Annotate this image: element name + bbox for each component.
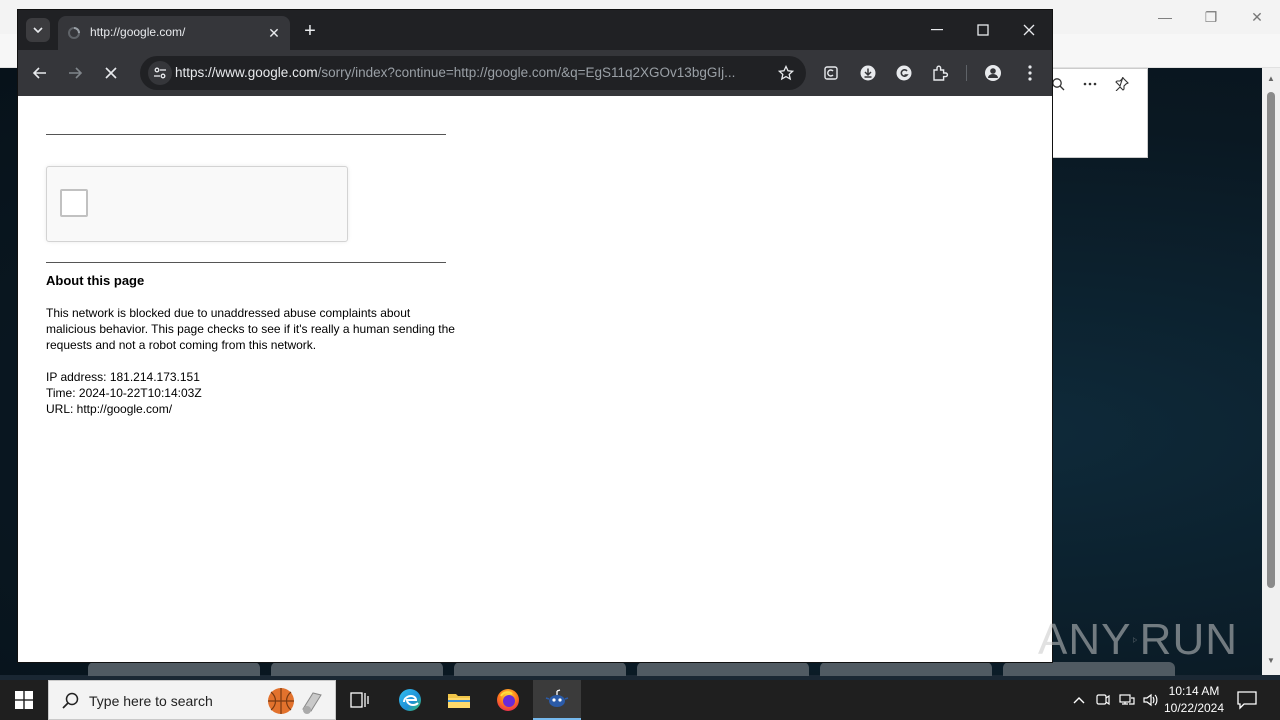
taskbar-search-box[interactable]: Type here to search bbox=[48, 680, 336, 720]
about-heading: About this page bbox=[46, 273, 145, 288]
search-icon bbox=[62, 692, 79, 709]
background-scrollbar[interactable]: ▲ ▼ bbox=[1262, 68, 1280, 675]
search-placeholder: Type here to search bbox=[89, 693, 213, 709]
search-highlight-icon bbox=[268, 688, 322, 714]
close-window-button[interactable] bbox=[1014, 18, 1044, 42]
url-line: URL: http://google.com/ bbox=[46, 402, 173, 416]
divider bbox=[46, 134, 446, 135]
taskbar-edge[interactable] bbox=[386, 680, 434, 720]
anyrun-watermark: ANY RUN bbox=[1038, 608, 1238, 672]
taskbar-file-explorer[interactable] bbox=[435, 680, 483, 720]
loading-favicon-icon bbox=[68, 27, 80, 39]
volume-icon[interactable] bbox=[1141, 690, 1161, 710]
chrome-menu-icon[interactable] bbox=[1019, 62, 1041, 84]
task-view-button[interactable] bbox=[336, 680, 384, 720]
meet-now-icon[interactable] bbox=[1093, 690, 1113, 710]
bug-robot-icon bbox=[545, 689, 569, 707]
page-content: About this page This network is blocked … bbox=[18, 96, 1052, 662]
task-view-icon bbox=[350, 692, 369, 708]
taskbar-anyrun-app[interactable] bbox=[533, 680, 581, 720]
play-triangle-icon bbox=[1133, 637, 1138, 643]
background-strip-tab bbox=[454, 662, 626, 676]
background-minimize-button[interactable]: — bbox=[1152, 6, 1178, 28]
background-strip-tab bbox=[820, 662, 992, 676]
notification-center-icon[interactable] bbox=[1236, 690, 1258, 710]
chrome-window: http://google.com/ ✕ + https://www.googl… bbox=[18, 10, 1052, 662]
tab-search-button[interactable] bbox=[26, 18, 50, 42]
background-strip-tab bbox=[271, 662, 443, 676]
download-extension-icon[interactable] bbox=[857, 62, 879, 84]
toolbar-separator bbox=[966, 65, 967, 81]
scroll-down-arrow-icon[interactable]: ▼ bbox=[1266, 656, 1276, 665]
maximize-button[interactable] bbox=[968, 18, 998, 42]
windows-logo-icon bbox=[15, 691, 33, 709]
extension-c-icon[interactable] bbox=[820, 62, 842, 84]
stop-loading-button[interactable] bbox=[99, 61, 123, 85]
popup-pin-icon[interactable] bbox=[1110, 72, 1134, 96]
active-tab[interactable]: http://google.com/ ✕ bbox=[58, 16, 290, 50]
watermark-right-text: RUN bbox=[1139, 615, 1238, 664]
scrollbar-thumb[interactable] bbox=[1267, 92, 1275, 588]
url-host: https://www.google.com bbox=[175, 65, 318, 80]
url-path: /sorry/index?continue=http://google.com/… bbox=[317, 65, 736, 80]
recaptcha-widget[interactable] bbox=[46, 166, 348, 242]
scroll-up-arrow-icon[interactable]: ▲ bbox=[1266, 74, 1276, 83]
divider bbox=[46, 262, 446, 263]
site-info-icon[interactable] bbox=[148, 61, 172, 85]
start-button[interactable] bbox=[0, 680, 48, 720]
bookmark-star-icon[interactable] bbox=[776, 63, 796, 83]
browser-toolbar: https://www.google.com/sorry/index?conti… bbox=[18, 50, 1052, 96]
profile-avatar-icon[interactable] bbox=[982, 62, 1004, 84]
show-hidden-icons-chevron-icon[interactable] bbox=[1069, 690, 1089, 710]
network-icon[interactable] bbox=[1117, 690, 1137, 710]
url-text[interactable]: https://www.google.com/sorry/index?conti… bbox=[175, 65, 765, 80]
about-description: This network is blocked due to unaddress… bbox=[46, 306, 455, 352]
tab-close-icon[interactable]: ✕ bbox=[264, 23, 284, 43]
background-strip-tab bbox=[88, 662, 260, 676]
clock-time: 10:14 AM bbox=[1168, 684, 1220, 698]
new-tab-button[interactable]: + bbox=[298, 20, 322, 44]
edge-icon bbox=[399, 689, 421, 711]
extensions-puzzle-icon[interactable] bbox=[929, 62, 951, 84]
back-button[interactable] bbox=[28, 61, 52, 85]
tab-bar: http://google.com/ ✕ + bbox=[18, 10, 1052, 50]
recaptcha-checkbox[interactable] bbox=[60, 189, 88, 217]
clock-date: 10/22/2024 bbox=[1163, 701, 1225, 715]
address-bar[interactable]: https://www.google.com/sorry/index?conti… bbox=[140, 56, 806, 90]
taskbar-firefox[interactable] bbox=[484, 680, 532, 720]
background-strip-tab bbox=[637, 662, 809, 676]
taskbar: Type here to search 10:14 AM 10/22/2024 bbox=[0, 680, 1280, 720]
folder-icon bbox=[448, 694, 470, 708]
watermark-left-text: ANY bbox=[1038, 615, 1132, 664]
grammar-extension-icon[interactable] bbox=[893, 62, 915, 84]
ip-address-line: IP address: 181.214.173.151 bbox=[46, 370, 200, 384]
system-clock[interactable]: 10:14 AM 10/22/2024 bbox=[1162, 683, 1226, 717]
background-close-button[interactable]: ✕ bbox=[1244, 6, 1270, 28]
time-line: Time: 2024-10-22T10:14:03Z bbox=[46, 386, 202, 400]
background-restore-button[interactable]: ❐ bbox=[1198, 6, 1224, 28]
minimize-button[interactable] bbox=[922, 18, 952, 42]
firefox-icon bbox=[497, 689, 519, 711]
forward-button[interactable] bbox=[63, 61, 87, 85]
tab-title: http://google.com/ bbox=[90, 25, 186, 39]
popup-more-icon[interactable] bbox=[1078, 72, 1102, 96]
